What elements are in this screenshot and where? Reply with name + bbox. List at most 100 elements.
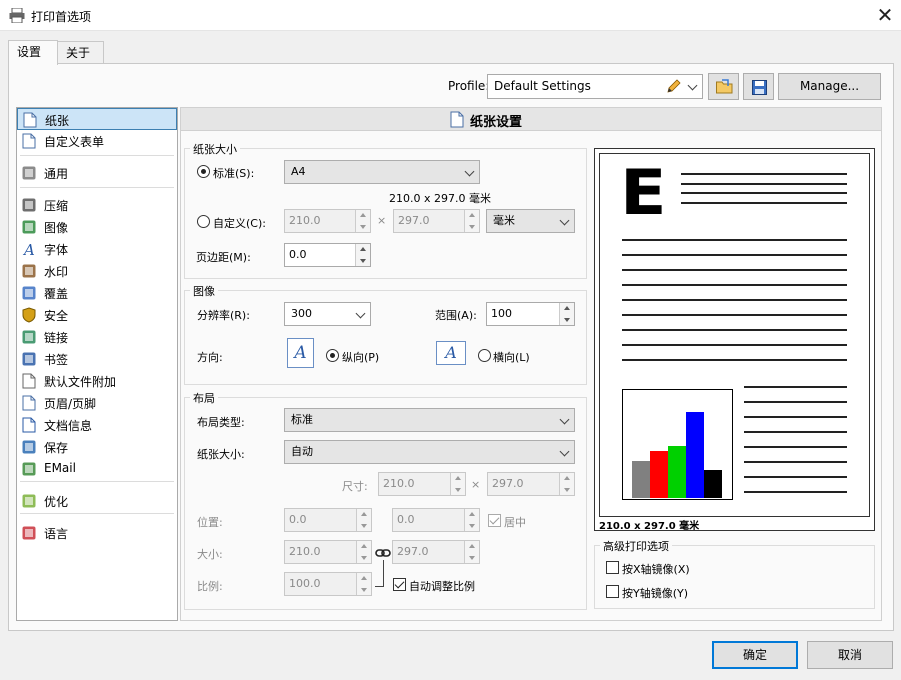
manage-button[interactable]: Manage...	[778, 73, 881, 100]
sidebar-item-label: 默认文件附加	[44, 375, 117, 389]
spin-arrows[interactable]	[356, 573, 371, 595]
resolution-label: 分辨率(R):	[197, 309, 250, 322]
mirror-x-checkbox[interactable]	[606, 561, 619, 574]
page-icon	[22, 112, 38, 128]
sidebar-item-7[interactable]: 水印	[17, 260, 177, 282]
image-icon	[21, 219, 37, 235]
margin-spinner[interactable]: 0.0	[284, 243, 371, 267]
spin-arrows[interactable]	[559, 303, 574, 325]
dim-width-spinner[interactable]: 210.0	[378, 472, 466, 496]
preview-bar	[632, 461, 650, 498]
sidebar-item-11[interactable]: 书签	[17, 348, 177, 370]
center-label: 居中	[504, 516, 526, 529]
center-checkbox[interactable]	[488, 514, 501, 527]
page-preview: E 210.0 x 297.0 毫米	[594, 148, 875, 532]
preview-bar	[704, 470, 722, 498]
scale-spinner[interactable]: 100.0	[284, 572, 372, 596]
standard-label: 标准(S):	[213, 167, 255, 180]
spin-arrows[interactable]	[355, 210, 370, 232]
spin-arrows[interactable]	[464, 541, 479, 563]
sidebar-item-2[interactable]: 自定义表单	[17, 130, 177, 152]
unit-value: 毫米	[493, 214, 515, 227]
dim-height-spinner[interactable]: 297.0	[487, 472, 575, 496]
close-button[interactable]: ✕	[870, 2, 900, 28]
preview-line	[681, 183, 847, 185]
portrait-icon: A	[287, 338, 314, 368]
custom-width-spinner[interactable]: 210.0	[284, 209, 371, 233]
sidebar-item-label: 文档信息	[44, 419, 93, 433]
layout-type-select[interactable]: 标准	[284, 408, 575, 432]
preview-line	[681, 202, 847, 204]
dim-times-sign: ×	[471, 478, 481, 491]
sidebar-item-13[interactable]: 页眉/页脚	[17, 392, 177, 414]
image-title: 图像	[190, 283, 218, 299]
pos-x-spinner[interactable]: 0.0	[284, 508, 372, 532]
spin-arrows[interactable]	[356, 509, 371, 531]
preview-bar	[668, 446, 686, 498]
preview-line	[744, 461, 847, 463]
pos-y-spinner[interactable]: 0.0	[392, 508, 480, 532]
spin-arrows[interactable]	[559, 473, 574, 495]
size-height-value: 297.0	[397, 545, 429, 558]
unit-select[interactable]: 毫米	[486, 209, 575, 233]
tab-settings[interactable]: 设置	[8, 40, 58, 65]
preview-line	[681, 192, 847, 194]
custom-radio[interactable]	[197, 215, 210, 228]
sidebar-item-12[interactable]: 默认文件附加	[17, 370, 177, 392]
title-bar: 打印首选项 ✕	[0, 0, 901, 31]
spin-arrows[interactable]	[355, 244, 370, 266]
portrait-radio[interactable]	[326, 349, 339, 362]
preview-line	[622, 299, 847, 301]
custom-height-spinner[interactable]: 297.0	[393, 209, 480, 233]
standard-size-select[interactable]: A4	[284, 160, 480, 184]
sidebar-item-16[interactable]: EMail	[17, 458, 177, 480]
preview-bar	[686, 412, 704, 498]
ok-button[interactable]: 确定	[712, 641, 798, 669]
sidebar-item-15[interactable]: 保存	[17, 436, 177, 458]
chain-link-icon[interactable]	[375, 547, 391, 559]
range-spinner[interactable]: 100	[486, 302, 575, 326]
open-profile-button[interactable]	[708, 73, 739, 100]
sidebar-item-8[interactable]: 覆盖	[17, 282, 177, 304]
landscape-radio[interactable]	[478, 349, 491, 362]
spin-arrows[interactable]	[464, 509, 479, 531]
mirror-x-label: 按X轴镜像(X)	[622, 563, 690, 576]
sidebar-item-label: 页眉/页脚	[44, 397, 97, 411]
spin-arrows[interactable]	[464, 210, 479, 232]
preview-line	[622, 284, 847, 286]
profile-combo[interactable]: Default Settings	[487, 74, 703, 99]
sidebar-item-5[interactable]: 图像	[17, 216, 177, 238]
email-icon	[21, 461, 37, 477]
sidebar-item-10[interactable]: 链接	[17, 326, 177, 348]
auto-scale-checkbox[interactable]	[393, 578, 406, 591]
tab-about[interactable]: 关于	[57, 41, 104, 65]
mirror-y-checkbox[interactable]	[606, 585, 619, 598]
preview-line	[744, 476, 847, 478]
sidebar-item-label: EMail	[44, 461, 76, 475]
pencil-icon[interactable]	[666, 79, 681, 94]
standard-radio[interactable]	[197, 165, 210, 178]
pos-x-value: 0.0	[289, 513, 307, 526]
sidebar-item-6[interactable]: A 字体	[17, 238, 177, 260]
sidebar-item-17[interactable]: 优化	[17, 490, 177, 512]
sidebar-item-18[interactable]: 语言	[17, 522, 177, 544]
spin-arrows[interactable]	[450, 473, 465, 495]
spin-arrows[interactable]	[356, 541, 371, 563]
cancel-button[interactable]: 取消	[807, 641, 893, 669]
link-bracket	[383, 560, 384, 586]
sidebar-item-1[interactable]: 纸张	[17, 108, 177, 130]
chevron-down-icon[interactable]	[687, 80, 698, 91]
preview-line	[622, 269, 847, 271]
sidebar-item-14[interactable]: 文档信息	[17, 414, 177, 436]
resolution-select[interactable]: 300	[284, 302, 371, 326]
layout-size-select[interactable]: 自动	[284, 440, 575, 464]
chevron-down-icon	[464, 166, 475, 177]
save-profile-button[interactable]	[743, 73, 774, 100]
floppy-icon	[752, 80, 767, 95]
sidebar-item-3[interactable]: 通用	[17, 162, 177, 184]
size-width-spinner[interactable]: 210.0	[284, 540, 372, 564]
sidebar-item-9[interactable]: 安全	[17, 304, 177, 326]
sidebar-item-4[interactable]: 压缩	[17, 194, 177, 216]
font-icon: A	[21, 241, 37, 259]
size-height-spinner[interactable]: 297.0	[392, 540, 480, 564]
